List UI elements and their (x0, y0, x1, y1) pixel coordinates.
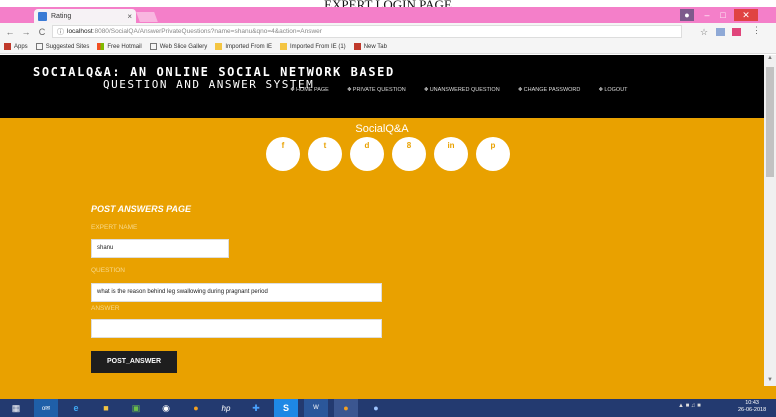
apps-grid-icon (4, 43, 11, 50)
new-tab-button[interactable] (136, 12, 158, 22)
hp-icon[interactable]: hp (214, 399, 238, 417)
app-icon[interactable]: ● (364, 399, 388, 417)
system-tray-icons[interactable]: ▲ ■ ♫ ■ (678, 403, 701, 409)
reload-icon[interactable]: C (36, 27, 48, 37)
question-label: QUESTION (91, 267, 125, 274)
google-plus-icon[interactable]: 8 (392, 137, 426, 171)
folder-icon (280, 43, 287, 50)
folder-icon (215, 43, 223, 50)
address-bar: ← → C ⓘ localhost :8080/SocialQA/AnswerP… (0, 23, 776, 40)
bookmark-free-hotmail[interactable]: Free Hotmail (97, 43, 142, 50)
nav-logout[interactable]: ❖ LOGOUT (598, 87, 627, 93)
url-host: localhost (67, 28, 93, 35)
taskbar-clock[interactable]: 10:43 26-06-2018 (738, 400, 766, 414)
clock-date: 26-06-2018 (738, 407, 767, 413)
users-icon: ❖ (598, 87, 604, 93)
word-icon[interactable]: W (304, 399, 328, 417)
form-title: POST ANSWERS PAGE (91, 204, 192, 214)
linkedin-icon[interactable]: in (434, 137, 468, 171)
tab-favicon-icon (38, 11, 47, 21)
social-links: f t d 8 in p (266, 137, 518, 171)
nav-private-question[interactable]: ❖ PRIVATE QUESTION (347, 87, 406, 93)
dribbble-icon[interactable]: d (350, 137, 384, 171)
info-icon[interactable]: ⓘ (57, 27, 64, 37)
tab-close-icon[interactable]: × (127, 12, 132, 21)
twitter-icon[interactable]: t (308, 137, 342, 171)
bookmark-imported-ie-1[interactable]: Imported From IE (1) (280, 43, 346, 50)
key-icon: ❖ (517, 87, 523, 93)
site-header: SOCIALQ&A: AN ONLINE SOCIAL NETWORK BASE… (0, 55, 764, 118)
bookmarks-bar: Apps Suggested Sites Free Hotmail Web Sl… (0, 40, 776, 54)
brand-title: SocialQ&A (355, 123, 409, 135)
answer-label: ANSWER (91, 305, 120, 312)
edge-icon[interactable]: e (64, 399, 88, 417)
bookmark-apps[interactable]: Apps (4, 43, 28, 50)
close-window-icon[interactable]: ✕ (734, 9, 758, 21)
camera-icon[interactable]: ◉ (154, 399, 178, 417)
minimize-icon[interactable]: – (700, 9, 714, 21)
top-nav: ❖ HOME PAGE ❖ PRIVATE QUESTION ❖ UNANSWERED… (290, 87, 646, 93)
skype-icon[interactable]: S (274, 399, 298, 417)
screen: EXPERT LOGIN PAGE Rating × ● – □ ✕ ← → C… (0, 0, 776, 417)
home-icon: ❖ (290, 87, 295, 93)
screenshot-caption: EXPERT LOGIN PAGE (0, 0, 776, 7)
bookmark-suggested-sites[interactable]: Suggested Sites (35, 43, 89, 50)
question-icon: ❖ (346, 87, 352, 93)
facebook-icon[interactable]: f (266, 137, 300, 171)
store-icon[interactable]: ▣ (124, 399, 148, 417)
scroll-up-icon[interactable]: ▲ (764, 55, 776, 64)
browser-menu-icon[interactable]: ⋮ (752, 25, 761, 36)
url-input[interactable]: ⓘ localhost :8080/SocialQA/AnswerPrivate… (52, 25, 682, 38)
windows-taskbar: ▦ o✉ e ■ ▣ ◉ ● hp ✚ S W ● ● ▲ ■ ♫ ■ 10:4… (0, 399, 776, 417)
nav-home-page[interactable]: ❖ HOME PAGE (290, 87, 329, 93)
nav-change-password[interactable]: ❖ CHANGE PASSWORD (518, 87, 581, 93)
bookmark-imported-ie[interactable]: Imported From IE (215, 43, 272, 50)
clock-time: 10:43 (745, 400, 759, 406)
forward-icon[interactable]: → (20, 27, 32, 37)
file-explorer-icon[interactable]: ■ (94, 399, 118, 417)
tab-title: Rating (51, 12, 72, 20)
answer-input[interactable] (91, 319, 382, 338)
maximize-icon[interactable]: □ (716, 9, 730, 21)
expert-name-input[interactable]: shanu (91, 239, 229, 258)
post-answer-button[interactable]: POST_ANSWER (91, 351, 177, 373)
windows-start-icon[interactable]: ▦ (4, 399, 28, 417)
url-path: :8080/SocialQA/AnswerPrivateQuestions?na… (92, 28, 322, 35)
chrome-icon[interactable]: ● (184, 399, 208, 417)
bookmark-star-icon[interactable]: ☆ (700, 27, 708, 38)
page-icon (149, 43, 157, 50)
extension-icon[interactable] (716, 28, 725, 36)
windows-logo-icon (97, 43, 105, 50)
outlook-icon[interactable]: o✉ (34, 399, 58, 417)
question-input[interactable]: what is the reason behind leg swallowing… (91, 283, 382, 302)
browser-tab[interactable]: Rating × (34, 9, 136, 23)
back-icon[interactable]: ← (4, 27, 16, 37)
chrome-active-icon[interactable]: ● (334, 399, 358, 417)
page-icon (35, 43, 43, 50)
pinterest-icon[interactable]: p (476, 137, 510, 171)
profile-icon[interactable]: ● (680, 9, 694, 21)
main-content: SocialQ&A f t d 8 in p POST ANSWERS PAGE… (0, 118, 764, 386)
page-bottom (0, 386, 776, 399)
extension-icon[interactable] (732, 28, 741, 36)
nav-unanswered-question[interactable]: ❖ UNANSWERED QUESTION (424, 87, 500, 93)
site-title-line1: SOCIALQ&A: AN ONLINE SOCIAL NETWORK BASE… (33, 65, 395, 79)
browser-titlebar: Rating × ● – □ ✕ (0, 7, 776, 23)
shield-icon[interactable]: ✚ (244, 399, 268, 417)
expert-name-label: EXPERT NAME (91, 224, 138, 231)
bookmark-new-tab[interactable]: New Tab (353, 43, 387, 50)
new-tab-icon (353, 43, 361, 50)
bookmark-web-slice-gallery[interactable]: Web Slice Gallery (149, 43, 207, 50)
site-title-line2: QUESTION AND ANSWER SYSTEM (103, 78, 315, 91)
question-icon: ❖ (423, 87, 429, 93)
scroll-thumb[interactable] (766, 67, 774, 177)
page-scrollbar[interactable]: ▲ ▼ (764, 55, 776, 386)
scroll-down-icon[interactable]: ▼ (764, 377, 776, 386)
